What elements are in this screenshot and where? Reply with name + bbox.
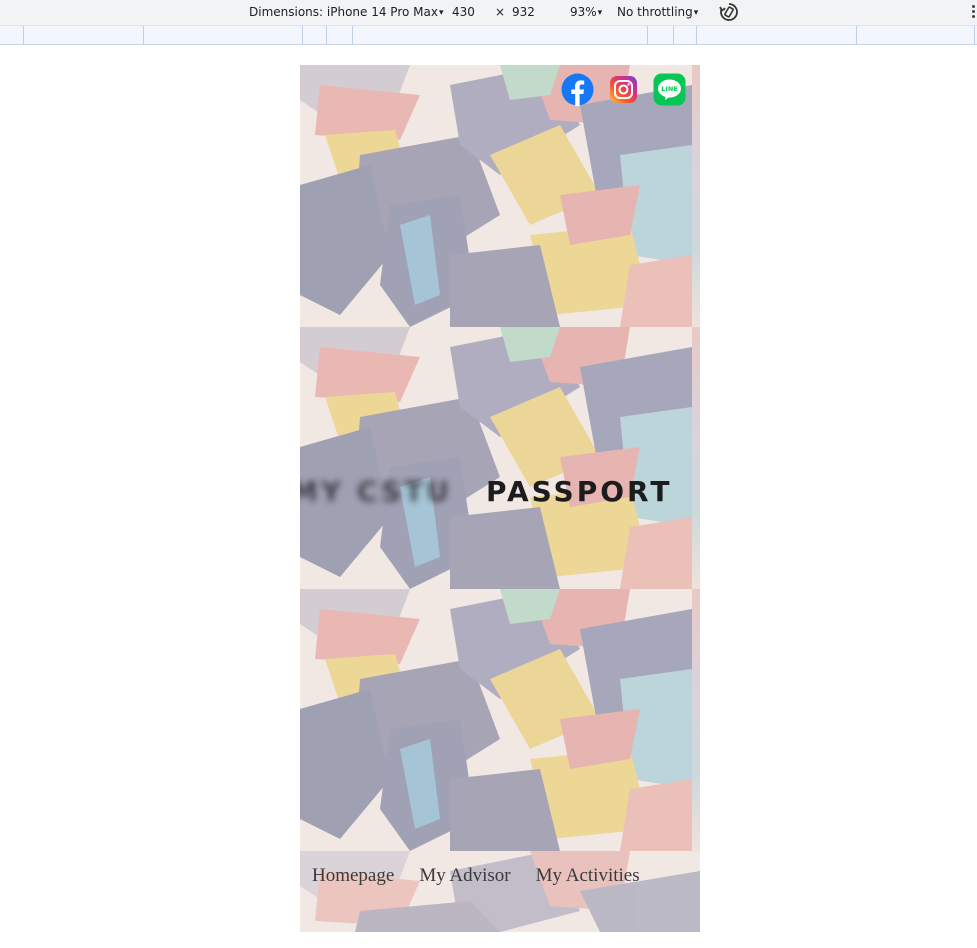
passport-headline: MY CSTU PASSPORT <box>300 475 700 511</box>
rotate-icon[interactable] <box>718 1 740 23</box>
chevron-down-icon: ▾ <box>597 8 603 18</box>
nav-my-advisor[interactable]: My Advisor <box>419 865 510 887</box>
media-query-ruler <box>0 25 977 45</box>
more-options-icon[interactable] <box>970 4 977 20</box>
background-edge <box>692 589 700 851</box>
instagram-icon <box>610 76 637 103</box>
ruler-tick <box>326 26 327 44</box>
bottom-nav: Homepage My Advisor My Activities <box>300 850 700 902</box>
headline-blurred: MY CSTU <box>300 475 452 508</box>
line-icon: LINE <box>653 73 686 106</box>
ruler-tick <box>673 26 674 44</box>
throttling-select[interactable]: No throttling▾ <box>617 5 698 20</box>
chevron-down-icon: ▾ <box>438 8 444 18</box>
device-toolbar: Dimensions: iPhone 14 Pro Max▾ 430 × 932… <box>0 0 977 25</box>
line-logo-text: LINE <box>661 85 677 93</box>
instagram-link[interactable] <box>607 73 640 106</box>
facebook-link[interactable] <box>561 73 594 106</box>
ruler-tick <box>352 26 353 44</box>
height-input[interactable]: 932 <box>512 5 535 19</box>
ruler-tick <box>143 26 144 44</box>
zoom-select[interactable]: 93%▾ <box>570 5 602 20</box>
ruler-tick <box>856 26 857 44</box>
ruler-tick <box>696 26 697 44</box>
background-edge <box>692 65 700 327</box>
width-input[interactable]: 430 <box>452 5 475 19</box>
headline-sharp: PASSPORT <box>486 475 673 508</box>
ruler-tick <box>974 26 975 44</box>
background-tile <box>300 589 692 851</box>
device-select[interactable]: Dimensions: iPhone 14 Pro Max▾ <box>249 5 444 20</box>
throttling-label: No throttling <box>617 5 693 19</box>
nav-homepage[interactable]: Homepage <box>312 865 394 887</box>
line-link[interactable]: LINE <box>653 73 686 106</box>
zoom-label: 93% <box>570 5 597 19</box>
dimension-separator: × <box>495 5 506 19</box>
device-viewport: LINE MY CSTU PASSPORT Homepage My Adviso… <box>300 65 700 932</box>
device-select-label: Dimensions: iPhone 14 Pro Max <box>249 5 438 19</box>
ruler-tick <box>302 26 303 44</box>
facebook-icon <box>561 73 594 106</box>
ruler-tick <box>647 26 648 44</box>
ruler-tick <box>23 26 24 44</box>
watercolor-pattern <box>300 589 692 851</box>
chevron-down-icon: ▾ <box>693 8 699 18</box>
watercolor-pattern <box>300 327 692 589</box>
background-tile <box>300 327 692 589</box>
background-edge <box>692 327 700 589</box>
nav-my-activities[interactable]: My Activities <box>536 865 640 887</box>
